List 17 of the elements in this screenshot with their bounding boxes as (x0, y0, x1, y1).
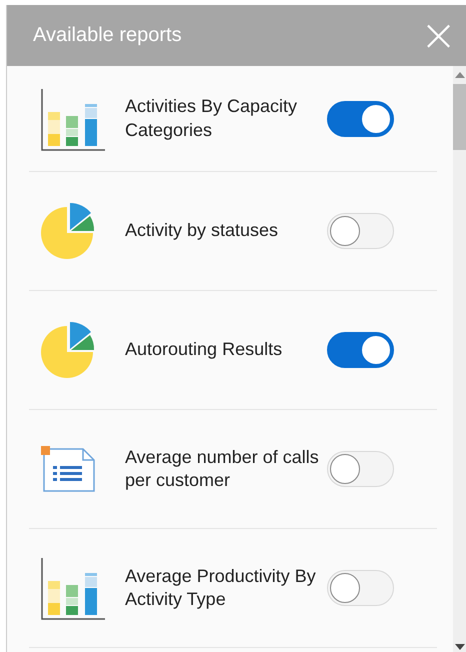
report-title: Average number of calls per customer (125, 446, 320, 492)
bar-chart-icon (41, 556, 105, 620)
close-button[interactable]: × (414, 14, 463, 58)
report-title: Average Productivity By Activity Type (125, 564, 317, 611)
toggle-switch[interactable] (327, 100, 394, 136)
scroll-thumb[interactable] (453, 84, 466, 150)
report-title: Autorouting Results (125, 338, 284, 362)
pie-chart-icon (41, 203, 97, 259)
scroll-up-icon[interactable] (455, 72, 465, 78)
pie-chart-icon (41, 322, 97, 378)
scroll-down-icon[interactable] (455, 644, 465, 650)
report-title: Activity by statuses (125, 219, 280, 242)
bar-chart-icon (41, 86, 105, 150)
report-title: Activities By Capacity Categories (125, 95, 298, 142)
toggle-switch[interactable] (327, 332, 394, 368)
scrollbar[interactable] (453, 66, 466, 652)
dialog-title: Available reports (33, 24, 182, 47)
